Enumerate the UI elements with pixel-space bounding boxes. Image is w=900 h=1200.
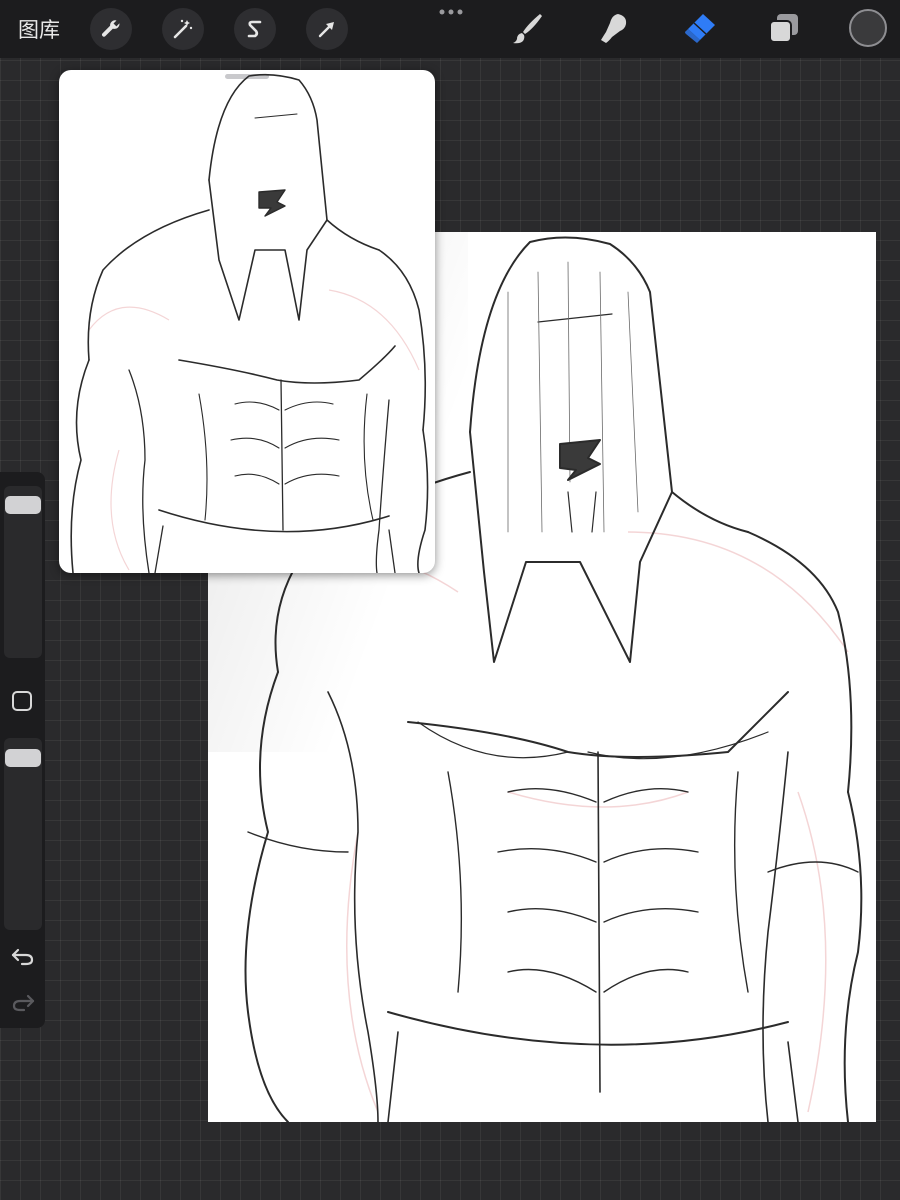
more-options-button[interactable] [436, 2, 466, 22]
actions-button[interactable] [90, 8, 132, 50]
smudge-tool-button[interactable] [596, 10, 632, 46]
arrow-cursor-icon [315, 17, 339, 41]
magic-wand-icon [171, 17, 195, 41]
layers-icon [766, 10, 802, 46]
more-dots-icon [436, 2, 466, 22]
redo-button[interactable] [10, 992, 36, 1014]
layers-button[interactable] [766, 10, 802, 46]
brush-icon [510, 10, 546, 46]
adjustments-button[interactable] [162, 8, 204, 50]
selection-s-icon [243, 17, 267, 41]
smudge-icon [596, 10, 632, 46]
brush-size-slider[interactable] [4, 486, 42, 658]
transform-button[interactable] [306, 8, 348, 50]
eraser-tool-button[interactable] [682, 10, 718, 46]
reference-artwork [70, 73, 429, 573]
opacity-slider-handle[interactable] [5, 749, 41, 768]
top-toolbar: 图库 [0, 0, 900, 58]
gallery-button[interactable]: 图库 [18, 14, 60, 44]
undo-icon [10, 946, 36, 968]
reference-window[interactable] [59, 70, 435, 573]
redo-icon [10, 992, 36, 1014]
left-sidebar [0, 472, 45, 1028]
eraser-icon [682, 10, 718, 46]
brush-tool-button[interactable] [510, 10, 546, 46]
color-picker-button[interactable] [849, 9, 887, 47]
brush-size-slider-handle[interactable] [5, 496, 41, 515]
wrench-icon [99, 17, 123, 41]
selection-button[interactable] [234, 8, 276, 50]
undo-button[interactable] [10, 946, 36, 968]
opacity-slider[interactable] [4, 738, 42, 930]
modify-button[interactable] [12, 691, 32, 711]
